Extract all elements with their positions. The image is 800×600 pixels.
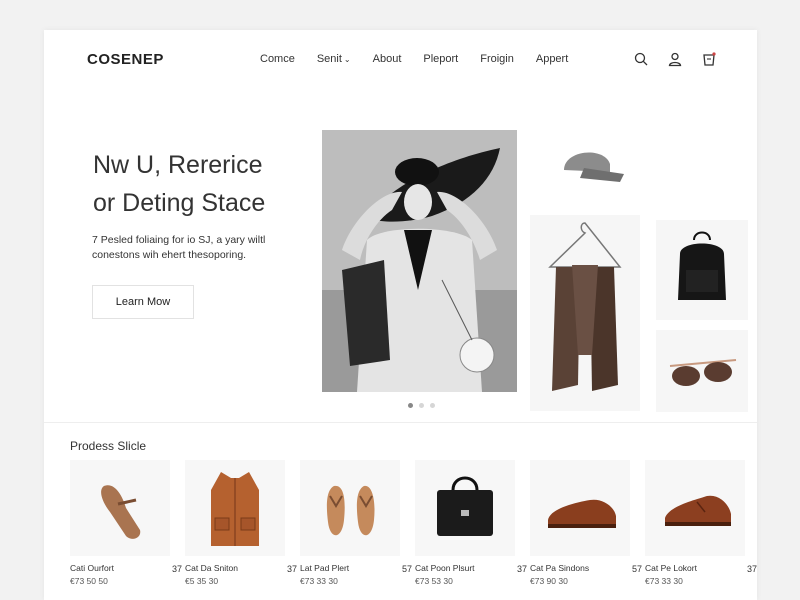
product-size: 57 — [401, 564, 412, 574]
nav-label: Appert — [535, 53, 569, 65]
flip-flops-icon — [326, 485, 375, 536]
product-thumbnail — [415, 460, 515, 556]
hanger-scarf-icon — [548, 222, 622, 391]
hero-title-line: Nw U, Rererice — [93, 151, 263, 179]
oxford-shoe-icon — [665, 495, 731, 526]
product-name: Cat Pe Lokort — [645, 563, 697, 573]
nav-label: Senit — [316, 53, 342, 65]
product-price: €73 33 30 — [300, 576, 338, 586]
page-card: COSENEP Comce Senit ⌄ About Pleport Froig… — [44, 30, 757, 600]
search-icon[interactable] — [633, 51, 649, 67]
product-size: 37 — [516, 564, 527, 574]
loafer-icon — [548, 499, 616, 528]
product-name: Cati Ourfort — [70, 563, 114, 573]
product-thumbnail — [645, 460, 745, 556]
backpack-icon — [678, 231, 726, 300]
carousel-dot[interactable] — [419, 403, 424, 408]
cart-icon[interactable] — [701, 51, 717, 67]
brand-logo[interactable]: COSENEP — [87, 51, 164, 68]
hero-title: Nw U, Rererice or Deting Stace — [93, 146, 313, 222]
cap-icon — [564, 152, 624, 182]
chevron-down-icon: ⌄ — [343, 55, 351, 64]
product-card[interactable]: Cat Pe Lokort 37 €73 33 30 — [645, 460, 757, 586]
nav-item-comce[interactable]: Comce — [260, 53, 295, 65]
product-size: 57 — [631, 564, 642, 574]
product-thumbnail — [185, 460, 285, 556]
product-price: €73 33 30 — [645, 576, 683, 586]
product-price: €73 50 50 — [70, 576, 108, 586]
product-card[interactable]: Cat Pa Sindons 57 €73 90 30 — [530, 460, 642, 586]
sandals-icon — [101, 485, 141, 539]
product-price: €73 53 30 — [415, 576, 453, 586]
product-card[interactable]: Cat Poon Plsurt 37 €73 53 30 — [415, 460, 527, 586]
hero-subtitle-line: 7 Pesled foliaing for io SJ, a yary wilt… — [92, 234, 266, 246]
sunglasses-icon — [669, 359, 737, 386]
sunglasses-tile[interactable] — [656, 330, 748, 412]
nav-item-pleport[interactable]: Pleport — [423, 53, 458, 65]
products-section-title: Prodess Slicle — [70, 439, 147, 453]
nav-label: Comce — [260, 53, 295, 65]
product-name: Cat Da Sniton — [185, 563, 238, 573]
learn-more-button[interactable]: Learn Mow — [92, 285, 194, 319]
product-thumbnail — [530, 460, 630, 556]
handbag-icon — [437, 476, 493, 536]
section-divider — [44, 422, 757, 423]
hero-model-photo — [322, 130, 517, 392]
vest-icon — [211, 472, 259, 546]
product-size: 37 — [286, 564, 297, 574]
nav-item-appert[interactable]: Appert — [536, 53, 568, 65]
backpack-tile[interactable] — [656, 220, 748, 320]
header-icons — [633, 51, 717, 67]
product-card[interactable]: Lat Pad Plert 57 €73 33 30 — [300, 460, 412, 586]
product-card[interactable]: Cati Ourfort 37 €73 50 50 — [70, 460, 182, 586]
hero-subtitle-line: conestons wih ehert thesoporing. — [92, 249, 247, 261]
product-name: Cat Pa Sindons — [530, 563, 590, 573]
product-thumbnail — [300, 460, 400, 556]
main-nav: Comce Senit ⌄ About Pleport Froigin Apper… — [260, 53, 590, 65]
product-name: Cat Poon Plsurt — [415, 563, 475, 573]
nav-item-about[interactable]: About — [373, 53, 402, 65]
nav-item-senit[interactable]: Senit ⌄ — [317, 53, 351, 65]
product-size: 37 — [746, 564, 757, 574]
carousel-dot[interactable] — [408, 403, 413, 408]
product-card[interactable]: Cat Da Sniton 37 €5 35 30 — [185, 460, 297, 586]
carousel-dots — [408, 403, 435, 408]
product-thumbnail — [70, 460, 170, 556]
carousel-dot[interactable] — [430, 403, 435, 408]
scarf-tile[interactable] — [530, 215, 640, 411]
nav-label: About — [372, 53, 402, 65]
nav-label: Pleport — [423, 53, 459, 65]
product-size: 37 — [171, 564, 182, 574]
hero-subtitle: 7 Pesled foliaing for io SJ, a yary wilt… — [92, 233, 322, 263]
product-name: Lat Pad Plert — [300, 563, 350, 573]
nav-label: Froigin — [480, 53, 514, 65]
user-icon[interactable] — [667, 51, 683, 67]
nav-item-froigin[interactable]: Froigin — [480, 53, 514, 65]
product-price: €5 35 30 — [185, 576, 219, 586]
product-price: €73 90 30 — [530, 576, 568, 586]
cap-tile[interactable] — [544, 134, 632, 194]
hero-title-line: or Deting Stace — [93, 189, 266, 217]
